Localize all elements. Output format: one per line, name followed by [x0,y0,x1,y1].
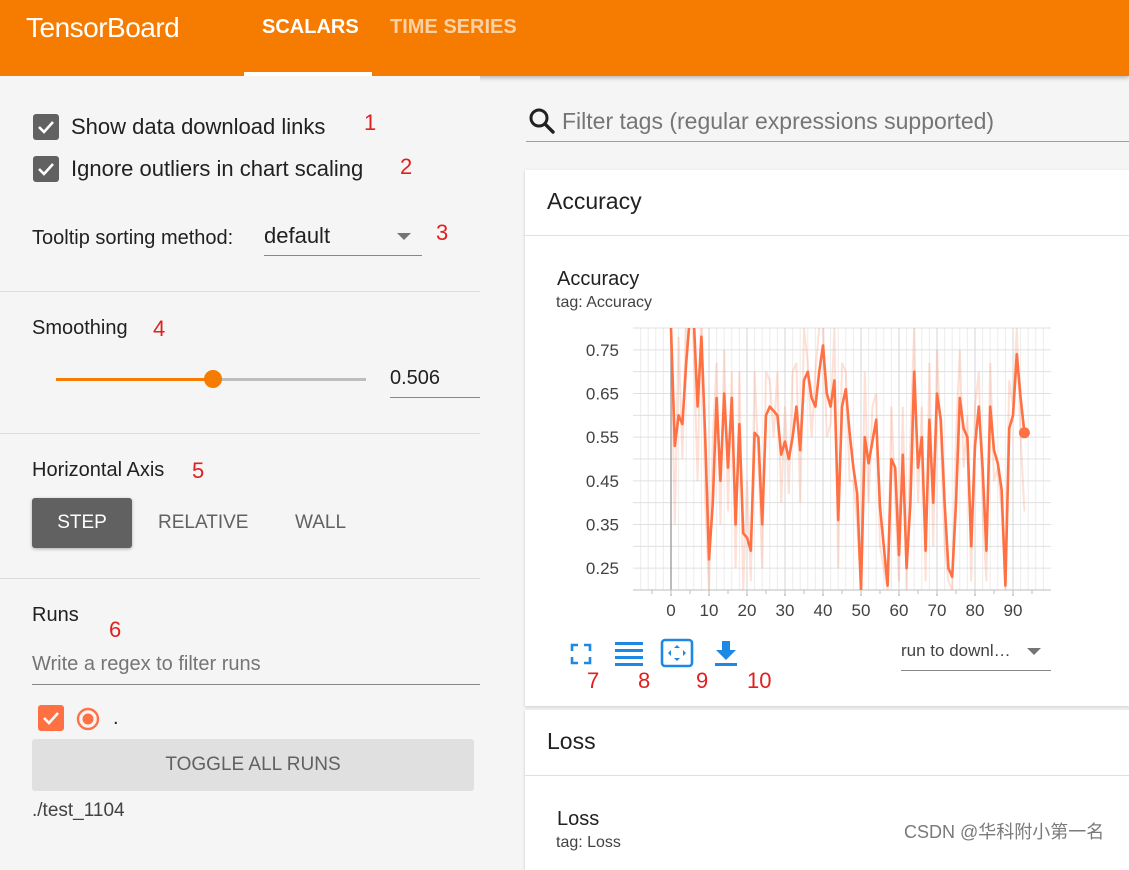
checkmark-icon [38,121,54,134]
fit-domain-icon[interactable] [660,638,694,668]
chevron-down-icon[interactable] [397,233,411,240]
run-checkbox[interactable] [38,705,64,731]
smoothing-slider[interactable] [56,370,366,388]
annotation-marker: 6 [109,617,122,642]
x-tick-label: 40 [814,601,833,620]
divider [0,433,480,434]
card-title: Loss [547,728,596,754]
ignore-outliers-label[interactable]: Ignore outliers in chart scaling [71,156,363,182]
card-title: Accuracy [547,188,642,214]
run-name: . [113,707,119,729]
annotation-marker: 10 [747,668,772,693]
x-tick-label: 50 [852,601,871,620]
annotation-marker: 2 [400,154,413,179]
y-tick-label: 0.35 [586,516,619,535]
x-tick-label: 60 [890,601,909,620]
chevron-down-icon[interactable] [1027,648,1041,655]
runs-label: Runs [32,604,79,626]
select-underline [901,670,1051,671]
run-color-radio-icon[interactable] [75,706,101,732]
tag-filter-input[interactable]: Filter tags (regular expressions support… [562,108,994,135]
toggle-all-runs-button[interactable]: TOGGLE ALL RUNS [32,739,474,791]
annotation-marker: 3 [436,220,449,245]
chart-title: Accuracy [557,268,640,290]
chart-tag: tag: Accuracy [556,294,653,311]
tooltip-sorting-label: Tooltip sorting method: [32,227,234,249]
log-scale-icon[interactable] [614,640,644,668]
select-underline [264,255,422,256]
app-title: TensorBoard [26,12,180,43]
slider-fill [56,378,213,381]
x-tick-label: 70 [928,601,947,620]
horizontal-axis-label: Horizontal Axis [32,459,165,481]
axis-relative-button[interactable]: RELATIVE [158,498,248,548]
y-tick-label: 0.65 [586,385,619,404]
chart-tag: tag: Loss [556,834,621,851]
tab-time-series[interactable]: TIME SERIES [390,16,517,39]
y-tick-label: 0.25 [586,559,619,578]
search-icon [529,108,555,134]
y-tick-label: 0.45 [586,472,619,491]
accuracy-card: Accuracy Accuracy tag: Accuracy 0 10 20 30 4… [525,170,1129,706]
input-underline [390,397,480,398]
axis-wall-button[interactable]: WALL [295,498,346,548]
download-run-select[interactable]: run to downl… [901,641,1011,661]
loss-card: Loss Loss tag: Loss [525,710,1129,870]
x-tick-label: 80 [966,601,985,620]
smoothing-label: Smoothing [32,317,128,339]
y-tick-label: 0.75 [586,341,619,360]
top-app-bar: TensorBoard SCALARS TIME SERIES [0,0,1129,76]
x-tick-label: 90 [1004,601,1023,620]
chart-title: Loss [557,808,600,830]
divider [0,291,480,292]
last-point-marker [1018,427,1030,439]
input-underline [526,141,1129,142]
annotation-marker: 8 [638,668,651,693]
x-tick-label: 30 [776,601,795,620]
watermark: CSDN @华科附小第一名 [904,822,1105,842]
annotation-marker: 4 [153,316,166,341]
ignore-outliers-checkbox[interactable] [33,156,59,182]
input-underline [32,684,480,685]
slider-thumb[interactable] [203,370,222,388]
axis-step-button[interactable]: STEP [32,498,132,548]
card-header[interactable]: Loss [525,710,1129,776]
download-icon[interactable] [713,638,739,668]
annotation-marker: 9 [696,668,709,693]
x-tick-label: 10 [700,601,719,620]
checkmark-icon [43,712,59,725]
sidebar: Show data download links 1 Ignore outlie… [0,76,480,848]
runs-filter-input[interactable]: Write a regex to filter runs [32,653,261,676]
annotation-marker: 5 [192,458,205,483]
tab-scalars[interactable]: SCALARS [262,16,359,39]
annotation-marker: 7 [587,668,600,693]
show-download-links-checkbox[interactable] [33,114,59,140]
smoothing-value-input[interactable]: 0.506 [390,367,440,390]
y-tick-label: 0.55 [586,428,619,447]
logdir-path: ./test_1104 [32,800,125,821]
annotation-marker: 1 [364,110,377,135]
fullscreen-icon[interactable] [569,642,593,666]
accuracy-chart[interactable]: 0 10 20 30 40 50 60 70 80 90 0.75 0.65 0.55 0.45 0.35 0… [525,320,1085,630]
x-tick-label: 20 [738,601,757,620]
tooltip-sorting-select[interactable]: default [264,223,330,249]
show-download-links-label[interactable]: Show data download links [71,114,325,140]
divider [0,578,480,579]
card-header[interactable]: Accuracy [525,170,1129,236]
x-tick-label: 0 [666,601,675,620]
checkmark-icon [38,163,54,176]
